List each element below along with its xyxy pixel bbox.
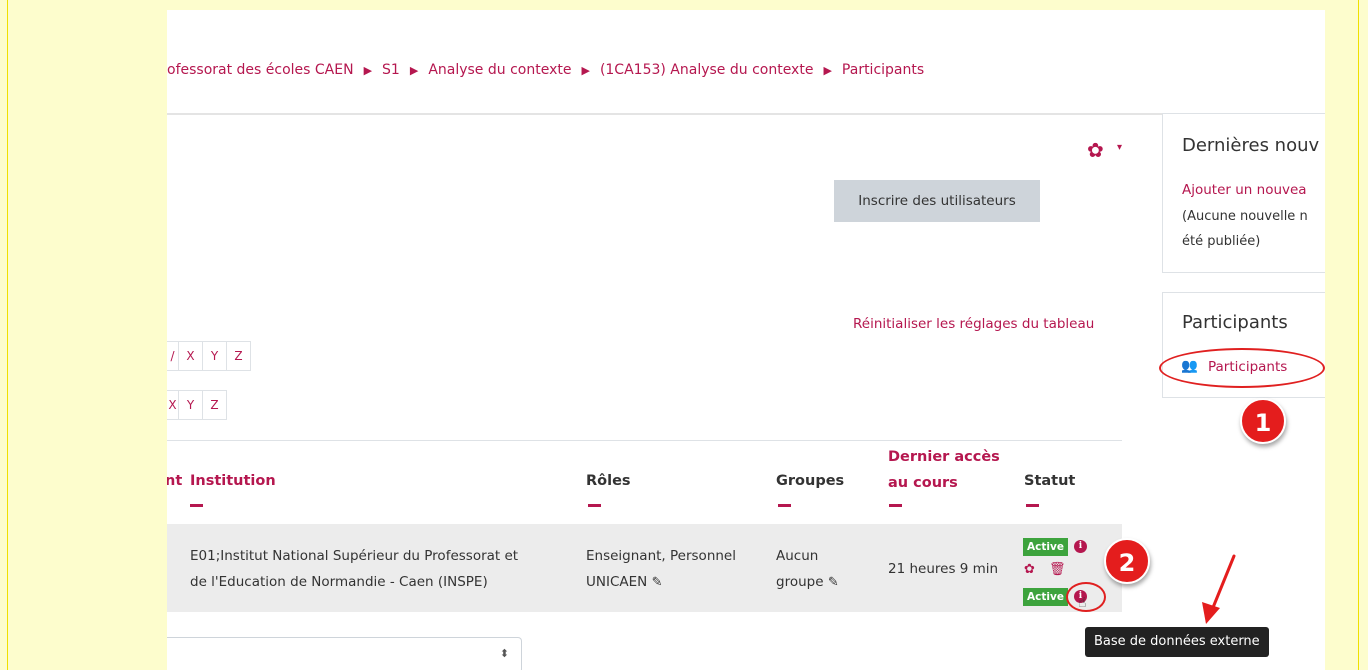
participants-block-title: Participants bbox=[1182, 312, 1288, 333]
cell-groups: Aucun groupe ✎ bbox=[776, 543, 876, 596]
annotation-badge-1: 1 bbox=[1240, 398, 1286, 444]
letter-filter-item[interactable]: Y bbox=[179, 390, 203, 420]
breadcrumb: ofessorat des écoles CAEN ▶ S1 ▶ Analyse… bbox=[167, 62, 924, 78]
header-divider bbox=[167, 113, 1325, 115]
frame-border-right bbox=[1358, 0, 1359, 670]
table-divider bbox=[167, 440, 1122, 441]
cell-institution-line1: E01;Institut National Supérieur du Profe… bbox=[190, 548, 519, 564]
cell-institution-line2: de l'Education de Normandie - Caen (INSP… bbox=[190, 574, 488, 590]
add-news-link[interactable]: Ajouter un nouvea bbox=[1182, 182, 1307, 198]
sort-dash-icon bbox=[588, 504, 601, 507]
status-badge: Active bbox=[1023, 588, 1068, 606]
news-empty-text-line2: été publiée) bbox=[1182, 234, 1261, 249]
breadcrumb-separator-icon: ▶ bbox=[409, 63, 419, 77]
breadcrumb-separator-icon: ▶ bbox=[823, 63, 832, 77]
cell-roles-line2: UNICAEN bbox=[586, 574, 648, 590]
sort-dash-icon bbox=[1026, 504, 1039, 507]
news-block-title: Dernières nouv bbox=[1182, 135, 1320, 156]
bulk-action-select[interactable]: ⬍ bbox=[167, 637, 522, 670]
enrol-users-button[interactable]: Inscrire des utilisateurs bbox=[834, 180, 1040, 222]
pencil-icon[interactable]: ✎ bbox=[828, 575, 839, 590]
frame-border-left bbox=[7, 0, 8, 670]
letter-filter-item[interactable]: Z bbox=[227, 341, 251, 371]
breadcrumb-item-course[interactable]: (1CA153) Analyse du contexte bbox=[600, 62, 814, 78]
letter-filter-item[interactable]: X bbox=[167, 390, 179, 420]
letter-filter-item[interactable]: / bbox=[167, 341, 179, 371]
sort-dash-icon bbox=[190, 504, 203, 507]
firstname-letter-filter: / X Y Z bbox=[167, 341, 251, 371]
letter-filter-item[interactable]: Z bbox=[203, 390, 227, 420]
screenshot-area: ofessorat des écoles CAEN ▶ S1 ▶ Analyse… bbox=[167, 10, 1325, 670]
news-empty-text: (Aucune nouvelle n été publiée) bbox=[1182, 204, 1308, 254]
breadcrumb-separator-icon: ▶ bbox=[363, 63, 373, 77]
column-header-groups: Groupes bbox=[776, 473, 845, 489]
info-icon[interactable]: i bbox=[1074, 540, 1087, 553]
cell-groups-line2: groupe bbox=[776, 574, 824, 590]
column-header-status: Statut bbox=[1024, 473, 1076, 489]
letter-filter-item[interactable]: Y bbox=[203, 341, 227, 371]
column-header-last-access-line1: Dernier accès bbox=[888, 449, 1000, 465]
select-arrows-icon: ⬍ bbox=[499, 647, 509, 660]
breadcrumb-item-program[interactable]: ofessorat des écoles CAEN bbox=[167, 62, 354, 78]
breadcrumb-item-semester[interactable]: S1 bbox=[382, 62, 400, 78]
news-empty-text-line1: (Aucune nouvelle n bbox=[1182, 209, 1308, 224]
reset-table-link[interactable]: Réinitialiser les réglages du tableau bbox=[853, 316, 1094, 332]
pointer-cursor-icon: ☝ bbox=[1078, 595, 1087, 611]
breadcrumb-separator-icon: ▶ bbox=[581, 63, 590, 77]
cell-last-access: 21 heures 9 min bbox=[888, 561, 999, 577]
trash-icon[interactable]: 🗑 bbox=[1049, 562, 1066, 577]
cell-groups-line1: Aucun bbox=[776, 548, 819, 564]
column-header-institution[interactable]: Institution bbox=[190, 473, 276, 489]
status-badge: Active bbox=[1023, 538, 1068, 556]
cell-institution: E01;Institut National Supérieur du Profe… bbox=[190, 543, 580, 595]
sort-dash-icon bbox=[889, 504, 902, 507]
annotation-arrow-icon bbox=[1202, 554, 1236, 624]
letter-filter-item[interactable]: X bbox=[179, 341, 203, 371]
column-header-last-access-line2: au cours bbox=[888, 475, 958, 491]
pencil-icon[interactable]: ✎ bbox=[652, 575, 663, 590]
annotation-badge-2: 2 bbox=[1104, 538, 1150, 584]
gear-icon[interactable]: ✿ bbox=[1087, 138, 1104, 162]
cell-roles-line1: Enseignant, Personnel bbox=[586, 548, 736, 564]
chevron-down-icon[interactable]: ▾ bbox=[1117, 142, 1122, 153]
breadcrumb-item-category[interactable]: Analyse du contexte bbox=[428, 62, 571, 78]
gear-icon[interactable]: ✿ bbox=[1024, 562, 1035, 577]
column-header-last-access[interactable]: Dernier accès au cours bbox=[888, 444, 1000, 496]
column-header-roles: Rôles bbox=[586, 473, 631, 489]
sort-dash-icon bbox=[778, 504, 791, 507]
lastname-letter-filter: X Y Z bbox=[167, 390, 227, 420]
column-header-partial[interactable]: nt bbox=[167, 473, 182, 489]
highlight-circle-participants bbox=[1159, 348, 1325, 388]
tooltip-external-database: Base de données externe bbox=[1085, 627, 1269, 657]
cell-roles: Enseignant, Personnel UNICAEN ✎ bbox=[586, 543, 766, 596]
breadcrumb-item-participants[interactable]: Participants bbox=[842, 62, 924, 78]
